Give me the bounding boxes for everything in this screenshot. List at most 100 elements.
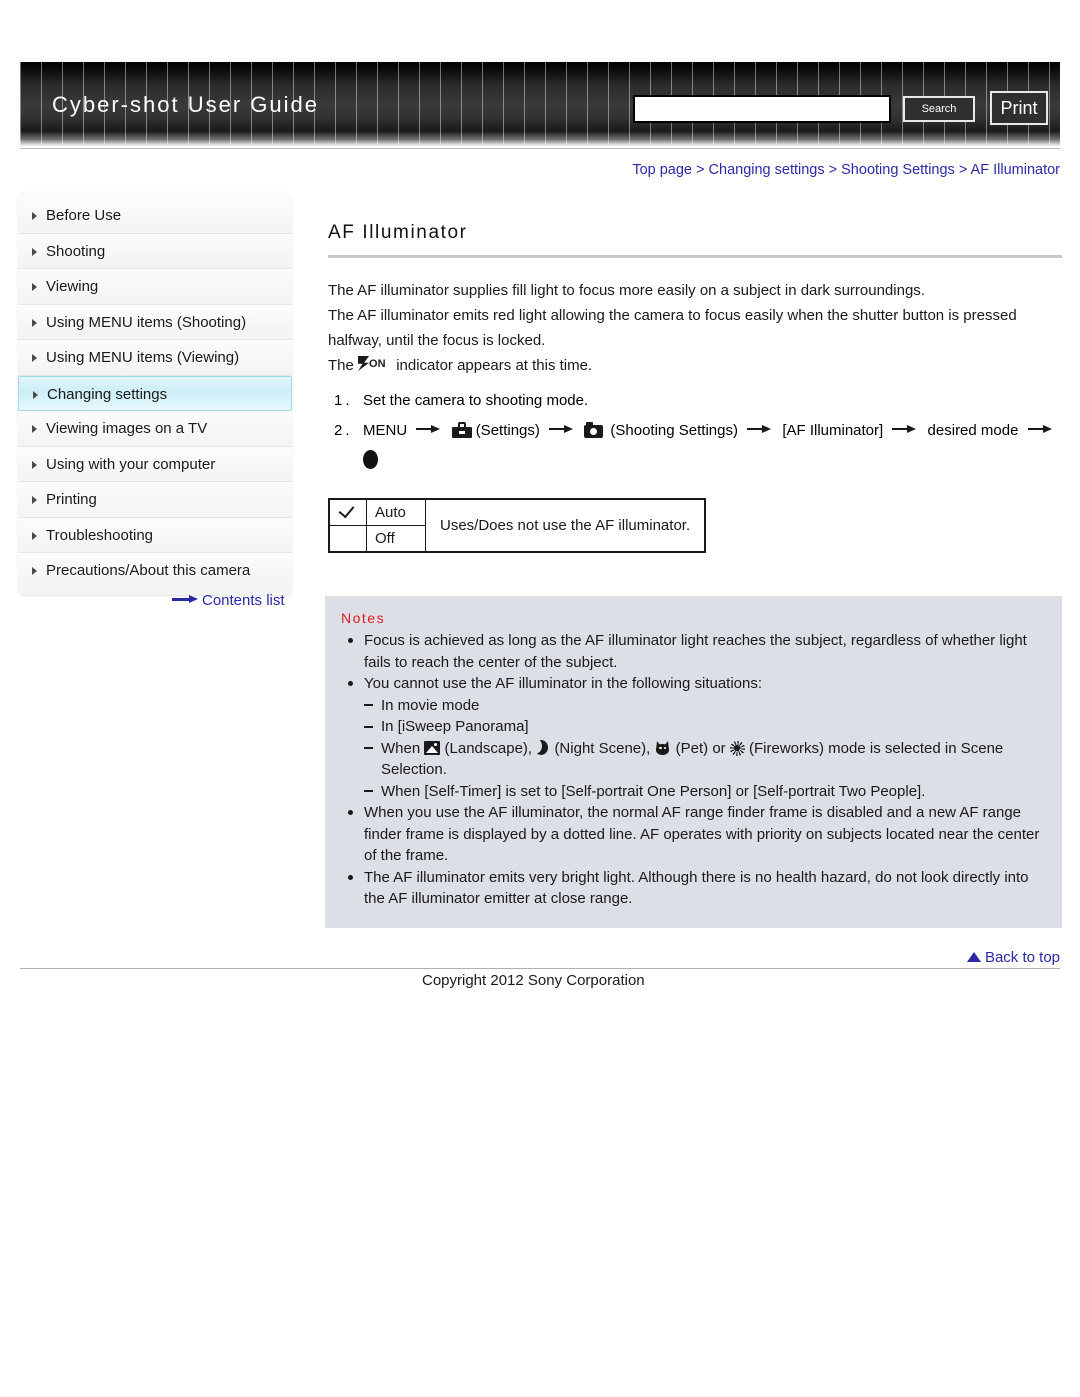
sidebar-item-before-use[interactable]: Before Use xyxy=(18,198,292,234)
sidebar-item-changing-settings[interactable]: Changing settings xyxy=(18,375,292,411)
when-label: When xyxy=(381,739,421,757)
sidebar-item-printing[interactable]: Printing xyxy=(18,482,292,518)
contents-list-link[interactable]: Contents list xyxy=(172,592,285,609)
print-button[interactable]: Print xyxy=(990,91,1048,125)
indicator-suffix: indicator appears at this time. xyxy=(396,357,593,374)
footer-divider xyxy=(20,968,1060,969)
step-text: Set the camera to shooting mode. xyxy=(363,392,589,409)
chevron-right-icon xyxy=(32,212,37,220)
sidebar-item-precautions-about-this-camera[interactable]: Precautions/About this camera xyxy=(18,553,292,589)
note-item: When you use the AF illuminator, the nor… xyxy=(341,802,1046,867)
sidebar-item-label: Printing xyxy=(46,491,97,508)
sidebar-item-label: Changing settings xyxy=(47,385,168,403)
sidebar-item-label: Shooting xyxy=(46,242,106,260)
breadcrumb-separator: > xyxy=(828,162,838,178)
chevron-right-icon xyxy=(32,567,37,575)
bullet-icon xyxy=(348,810,353,815)
sidebar-item-label: Using MENU items (Shooting) xyxy=(46,313,247,331)
note-sub-list: In movie mode In [iSweep Panorama] When … xyxy=(364,695,1046,803)
arrow-right-icon xyxy=(747,424,773,433)
breadcrumb-item-0[interactable]: Top page xyxy=(632,162,692,178)
chevron-right-icon xyxy=(32,425,37,433)
dash-icon xyxy=(364,790,373,792)
landscape-icon xyxy=(424,740,441,755)
dash-icon xyxy=(364,725,373,728)
af-illuminator-on-icon: ON xyxy=(358,356,392,372)
paragraph-1: The AF illuminator supplies fill light t… xyxy=(328,282,925,299)
title-divider xyxy=(328,255,1062,258)
breadcrumb-separator: > xyxy=(696,162,705,178)
sidebar-item-label: Viewing xyxy=(46,278,99,295)
chevron-right-icon xyxy=(32,247,37,256)
shooting-settings-label: (Shooting Settings) xyxy=(610,422,738,439)
note-text: You cannot use the AF illuminator in the… xyxy=(364,675,763,692)
breadcrumb-item-2[interactable]: Shooting Settings xyxy=(841,162,955,178)
indicator-line: The ON indicator appears at this time. xyxy=(328,353,1062,378)
sidebar-item-using-with-your-computer[interactable]: Using with your computer xyxy=(18,446,292,482)
checkmark-icon xyxy=(339,504,357,518)
note-sub-item-scene-modes: When (Landscape), (Night Scene), (Pet) o… xyxy=(364,738,1046,781)
page-title: AF Illuminator xyxy=(328,222,468,243)
back-to-top-label: Back to top xyxy=(984,949,1060,966)
breadcrumb-item-1[interactable]: Changing settings xyxy=(709,162,825,178)
unselected-check-cell xyxy=(328,525,367,553)
copyright-text: Copyright 2012 Sony Corporation xyxy=(422,972,645,989)
option-name-auto: Auto xyxy=(366,498,426,526)
back-to-top-link[interactable]: Back to top xyxy=(966,949,1060,966)
sidebar-item-label: Viewing images on a TV xyxy=(46,420,208,437)
arrow-right-icon xyxy=(1027,424,1054,433)
sidebar-item-viewing[interactable]: Viewing xyxy=(18,269,292,305)
option-name-off: Off xyxy=(366,525,426,553)
sidebar-item-troubleshooting[interactable]: Troubleshooting xyxy=(18,517,292,553)
step-number: 1. xyxy=(334,392,353,409)
bullet-icon xyxy=(348,638,353,643)
notes-list: Focus is achieved as long as the AF illu… xyxy=(341,630,1046,910)
sidebar-item-label: Precautions/About this camera xyxy=(46,562,251,579)
bullet-icon xyxy=(348,874,353,880)
fireworks-icon xyxy=(729,740,745,756)
desired-mode-label: desired mode xyxy=(927,422,1019,439)
sidebar-item-viewing-images-on-a-tv[interactable]: Viewing images on a TV xyxy=(18,411,292,447)
sidebar-item-using-menu-items-viewing[interactable]: Using MENU items (Viewing) xyxy=(18,340,292,376)
table-row: Auto Uses/Does not use the AF illuminato… xyxy=(328,498,706,553)
toolbox-slot xyxy=(458,431,465,434)
note-sub-text: When [Self-Timer] is set to [Self-portra… xyxy=(381,782,926,800)
control-button-icon xyxy=(363,450,378,469)
dash-icon xyxy=(364,704,373,706)
night-scene-icon xyxy=(536,739,550,755)
sidebar-item-shooting[interactable]: Shooting xyxy=(18,233,292,269)
indicator-prefix: The xyxy=(328,357,354,374)
flash-glyph xyxy=(358,356,370,371)
search-input[interactable] xyxy=(633,95,891,123)
chevron-right-icon xyxy=(32,283,37,291)
step-2: 2. MENU (Settings) (Shooting Settings) [… xyxy=(328,416,1062,476)
af-illuminator-bracket-label: [AF Illuminator] xyxy=(782,422,884,439)
chevron-right-icon xyxy=(32,354,37,362)
option-description: Uses/Does not use the AF illuminator. xyxy=(425,498,706,553)
note-sub-item: In movie mode xyxy=(364,695,1046,717)
note-text: The AF illuminator emits very bright lig… xyxy=(364,868,1029,908)
chevron-right-icon xyxy=(32,531,37,540)
settings-toolbox-icon xyxy=(451,422,472,438)
pet-eye-left xyxy=(659,746,662,749)
sidebar-item-label: Using MENU items (Viewing) xyxy=(46,349,240,366)
arrow-right-icon xyxy=(416,424,442,433)
contents-list-label: Contents list xyxy=(202,592,285,609)
sidebar-item-label: Using with your computer xyxy=(46,455,216,473)
note-item: Focus is achieved as long as the AF illu… xyxy=(341,630,1046,673)
sidebar-item-using-menu-items-shooting[interactable]: Using MENU items (Shooting) xyxy=(18,304,292,340)
breadcrumb-separator: > xyxy=(958,162,968,178)
site-title: Cyber-shot User Guide xyxy=(52,92,319,117)
note-sub-text: In movie mode xyxy=(381,696,480,714)
landscape-label: (Landscape), xyxy=(444,739,533,757)
breadcrumb: Top page > Changing settings > Shooting … xyxy=(632,162,1060,178)
note-sub-item: In [iSweep Panorama] xyxy=(364,716,1046,738)
breadcrumb-item-3[interactable]: AF Illuminator xyxy=(971,162,1060,178)
search-button[interactable]: Search xyxy=(903,96,975,122)
step-number: 2. xyxy=(334,422,353,439)
note-sub-text: In [iSweep Panorama] xyxy=(381,718,529,735)
settings-label: (Settings) xyxy=(475,422,540,439)
note-text: Focus is achieved as long as the AF illu… xyxy=(364,632,1027,671)
arrow-right-icon xyxy=(892,424,918,433)
shooting-settings-camera-icon xyxy=(584,421,606,438)
